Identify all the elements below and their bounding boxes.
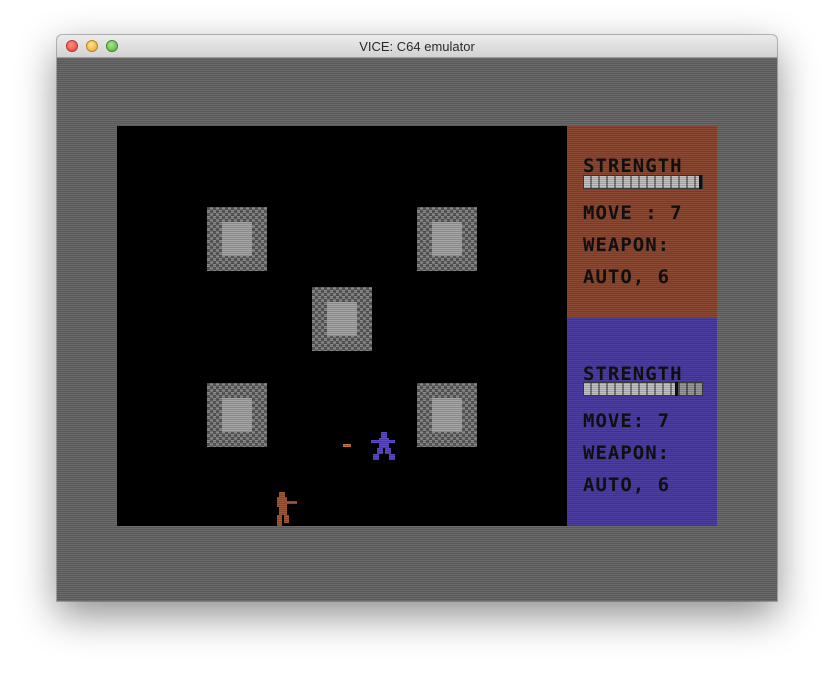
player2-gunman-icon (371, 432, 395, 460)
player1-strength-marker (699, 175, 702, 189)
player2-strength-marker (675, 382, 678, 396)
title-bar[interactable]: VICE: C64 emulator (57, 35, 777, 58)
player2-status-panel: STRENGTH MOVE: 7 WEAPON: AUTO, 6 (567, 318, 717, 526)
pillar-core (222, 398, 252, 432)
player2-strength-label: STRENGTH (583, 363, 683, 385)
player2-weapon-label: WEAPON: (583, 442, 671, 464)
player1-weapon-value: AUTO, 6 (583, 266, 671, 288)
pillar-top-right (417, 207, 477, 271)
bullet-icon (343, 444, 351, 447)
pillar-core (222, 222, 252, 256)
player2-move: MOVE: 7 (583, 410, 671, 432)
window-title: VICE: C64 emulator (359, 39, 475, 54)
pillar-bottom-right (417, 383, 477, 447)
player1-strength-label: STRENGTH (583, 155, 683, 177)
player1-strength-fill (584, 176, 702, 188)
pillar-core (432, 222, 462, 256)
player1-status-panel: STRENGTH MOVE : 7 WEAPON: AUTO, 6 (567, 126, 717, 318)
player2-strength-fill (584, 383, 679, 395)
pillar-core (432, 398, 462, 432)
player1-gunman-icon (277, 492, 297, 526)
c64-screen[interactable]: STRENGTH MOVE : 7 WEAPON: AUTO, 6 STRENG… (57, 58, 777, 601)
player2-weapon-value: AUTO, 6 (583, 474, 671, 496)
pillar-top-left (207, 207, 267, 271)
player1-move: MOVE : 7 (583, 202, 683, 224)
player2-strength-bar (583, 382, 703, 396)
player1-weapon-label: WEAPON: (583, 234, 671, 256)
pillar-bottom-left (207, 383, 267, 447)
pillar-core (327, 302, 357, 336)
pillar-center (312, 287, 372, 351)
playfield (117, 126, 567, 526)
emulator-window: VICE: C64 emulator STRENGTH MOVE: 7 WEA… (57, 35, 777, 601)
player1-strength-bar (583, 175, 703, 189)
